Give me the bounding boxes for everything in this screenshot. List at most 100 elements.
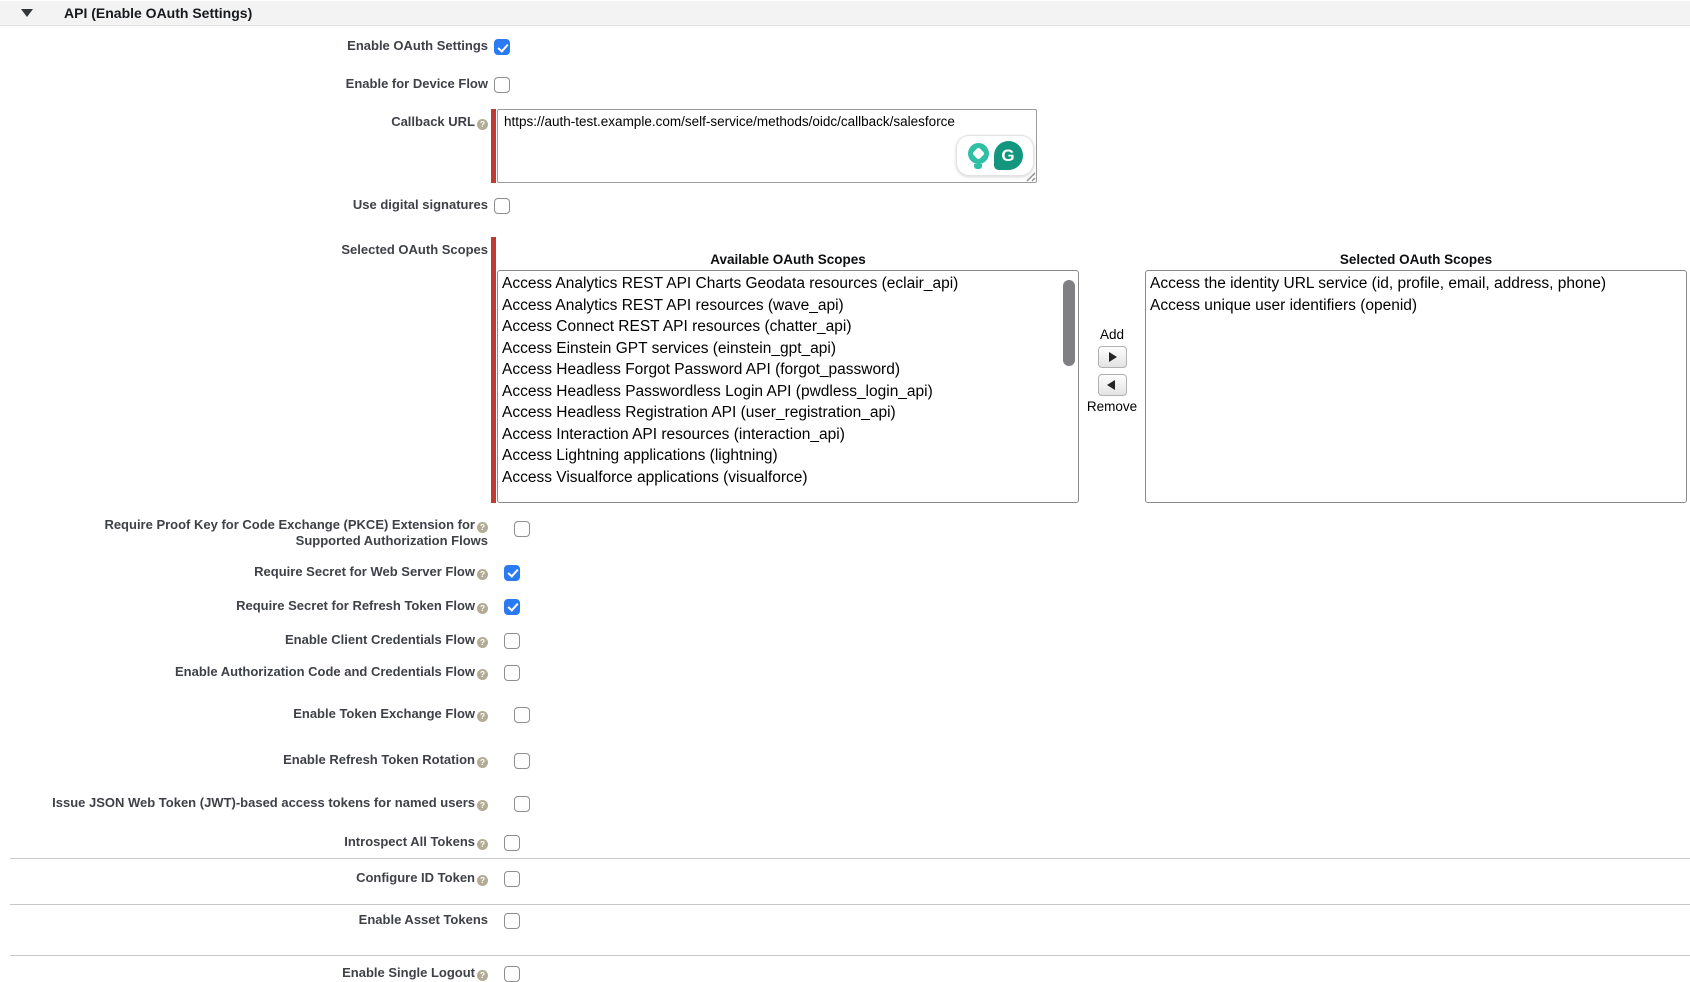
list-item[interactable]: Access the identity URL service (id, pro… bbox=[1146, 273, 1686, 295]
info-icon[interactable]: ? bbox=[477, 839, 488, 850]
form-row-jwt_tokens: Issue JSON Web Token (JWT)-based access … bbox=[0, 794, 1690, 812]
field-label-text: Use digital signatures bbox=[353, 197, 488, 212]
section-header: API (Enable OAuth Settings) bbox=[0, 1, 1690, 26]
refresh_rotation-label: Enable Refresh Token Rotation? bbox=[0, 751, 488, 768]
form-row-refresh_rotation: Enable Refresh Token Rotation? bbox=[0, 751, 1690, 769]
arrow-right-icon bbox=[1109, 352, 1117, 362]
info-icon[interactable]: ? bbox=[477, 669, 488, 680]
section-title: API (Enable OAuth Settings) bbox=[64, 5, 252, 21]
form-body: Enable OAuth SettingsEnable for Device F… bbox=[0, 37, 1690, 982]
info-icon[interactable]: ? bbox=[477, 119, 488, 130]
info-icon[interactable]: ? bbox=[477, 875, 488, 886]
digital_signatures-label: Use digital signatures bbox=[0, 196, 488, 213]
auth_code_creds-checkbox[interactable] bbox=[504, 665, 520, 681]
field-label-text: Require Secret for Refresh Token Flow bbox=[236, 598, 475, 613]
field-label-text: Enable Single Logout bbox=[342, 965, 475, 980]
field-label-text: Enable Authorization Code and Credential… bbox=[175, 664, 475, 679]
section-divider bbox=[10, 858, 1690, 859]
info-icon[interactable]: ? bbox=[477, 757, 488, 768]
introspect-label: Introspect All Tokens? bbox=[0, 833, 488, 850]
list-item[interactable]: Access Lightning applications (lightning… bbox=[498, 445, 1078, 467]
configure_id-checkbox[interactable] bbox=[504, 871, 520, 887]
list-item[interactable]: Access Analytics REST API resources (wav… bbox=[498, 295, 1078, 317]
grammarly-icon[interactable]: G bbox=[994, 141, 1023, 170]
list-item[interactable]: Access Headless Registration API (user_r… bbox=[498, 402, 1078, 424]
form-row-auth_code_creds: Enable Authorization Code and Credential… bbox=[0, 663, 1690, 681]
info-icon[interactable]: ? bbox=[477, 970, 488, 981]
field-label-text: Introspect All Tokens bbox=[344, 834, 475, 849]
auth_code_creds-label: Enable Authorization Code and Credential… bbox=[0, 663, 488, 680]
available-scopes-listbox[interactable]: Access Analytics REST API Charts Geodata… bbox=[497, 270, 1079, 503]
field-label-text: Selected OAuth Scopes bbox=[341, 242, 488, 257]
list-item[interactable]: Access Headless Passwordless Login API (… bbox=[498, 381, 1078, 403]
list-item[interactable]: Access Analytics REST API Charts Geodata… bbox=[498, 273, 1078, 295]
form-row-callback_url: Callback URL? G bbox=[0, 109, 1690, 183]
pkce-checkbox[interactable] bbox=[514, 521, 530, 537]
add-button[interactable] bbox=[1098, 346, 1127, 368]
available-scopes-header: Available OAuth Scopes bbox=[497, 251, 1079, 268]
info-icon[interactable]: ? bbox=[477, 711, 488, 722]
selected-scopes-header: Selected OAuth Scopes bbox=[1145, 251, 1687, 268]
resize-handle-icon[interactable] bbox=[1025, 171, 1036, 182]
field-label-text: Supported Authorization Flows bbox=[296, 533, 488, 548]
digital_signatures-checkbox[interactable] bbox=[494, 198, 510, 214]
device_flow-checkbox[interactable] bbox=[494, 77, 510, 93]
add-label: Add bbox=[1100, 327, 1124, 343]
info-icon[interactable]: ? bbox=[477, 637, 488, 648]
field-label-text: Enable Client Credentials Flow bbox=[285, 632, 475, 647]
section-divider bbox=[10, 955, 1690, 956]
remove-label: Remove bbox=[1087, 399, 1137, 415]
field-label-text: Enable for Device Flow bbox=[346, 76, 488, 91]
introspect-checkbox[interactable] bbox=[504, 835, 520, 851]
refresh_rotation-checkbox[interactable] bbox=[514, 753, 530, 769]
info-icon[interactable]: ? bbox=[477, 800, 488, 811]
oauth_scopes-label: Selected OAuth Scopes bbox=[0, 237, 488, 258]
form-row-secret_refresh: Require Secret for Refresh Token Flow? bbox=[0, 597, 1690, 615]
section-divider bbox=[10, 904, 1690, 905]
jwt_tokens-checkbox[interactable] bbox=[514, 796, 530, 812]
list-item[interactable]: Access Einstein GPT services (einstein_g… bbox=[498, 338, 1078, 360]
field-label-text: Require Proof Key for Code Exchange (PKC… bbox=[104, 517, 475, 532]
form-row-oauth_scopes: Selected OAuth Scopes Available OAuth Sco… bbox=[0, 237, 1690, 503]
form-row-client_creds: Enable Client Credentials Flow? bbox=[0, 631, 1690, 649]
list-item[interactable]: Access unique user identifiers (openid) bbox=[1146, 295, 1686, 317]
list-item[interactable]: Access Interaction API resources (intera… bbox=[498, 424, 1078, 446]
remove-button[interactable] bbox=[1098, 374, 1127, 396]
field-label-text: Issue JSON Web Token (JWT)-based access … bbox=[52, 795, 475, 810]
field-label-text: Require Secret for Web Server Flow bbox=[254, 564, 475, 579]
token_exchange-label: Enable Token Exchange Flow? bbox=[0, 705, 488, 722]
token_exchange-checkbox[interactable] bbox=[514, 707, 530, 723]
jwt_tokens-label: Issue JSON Web Token (JWT)-based access … bbox=[0, 794, 488, 811]
required-bar bbox=[491, 109, 496, 183]
info-icon[interactable]: ? bbox=[477, 569, 488, 580]
lightbulb-icon[interactable] bbox=[968, 143, 989, 169]
enable_oauth-checkbox[interactable] bbox=[494, 39, 510, 55]
secret_refresh-checkbox[interactable] bbox=[504, 599, 520, 615]
asset_tokens-label: Enable Asset Tokens bbox=[0, 911, 488, 928]
client_creds-checkbox[interactable] bbox=[504, 633, 520, 649]
scrollbar-thumb[interactable] bbox=[1063, 280, 1075, 366]
single_logout-label: Enable Single Logout? bbox=[0, 964, 488, 981]
collapse-triangle-icon[interactable] bbox=[21, 9, 33, 17]
client_creds-label: Enable Client Credentials Flow? bbox=[0, 631, 488, 648]
field-label-text: Enable Token Exchange Flow bbox=[293, 706, 475, 721]
pkce-label: Require Proof Key for Code Exchange (PKC… bbox=[0, 516, 488, 549]
list-item[interactable]: Access Visualforce applications (visualf… bbox=[498, 467, 1078, 489]
secret_refresh-label: Require Secret for Refresh Token Flow? bbox=[0, 597, 488, 614]
form-row-single_logout: Enable Single Logout? bbox=[0, 964, 1690, 982]
secret_web-label: Require Secret for Web Server Flow? bbox=[0, 563, 488, 580]
configure_id-label: Configure ID Token? bbox=[0, 869, 488, 886]
list-item[interactable]: Access Connect REST API resources (chatt… bbox=[498, 316, 1078, 338]
field-label-text: Enable Refresh Token Rotation bbox=[283, 752, 475, 767]
list-item[interactable]: Access Headless Forgot Password API (for… bbox=[498, 359, 1078, 381]
callback_url-label: Callback URL? bbox=[0, 109, 488, 130]
info-icon[interactable]: ? bbox=[477, 522, 488, 533]
info-icon[interactable]: ? bbox=[477, 603, 488, 614]
form-row-pkce: Require Proof Key for Code Exchange (PKC… bbox=[0, 516, 1690, 549]
single_logout-checkbox[interactable] bbox=[504, 966, 520, 982]
asset_tokens-checkbox[interactable] bbox=[504, 913, 520, 929]
required-bar bbox=[491, 237, 496, 503]
form-row-configure_id: Configure ID Token? bbox=[0, 869, 1690, 887]
selected-scopes-listbox[interactable]: Access the identity URL service (id, pro… bbox=[1145, 270, 1687, 503]
secret_web-checkbox[interactable] bbox=[504, 565, 520, 581]
